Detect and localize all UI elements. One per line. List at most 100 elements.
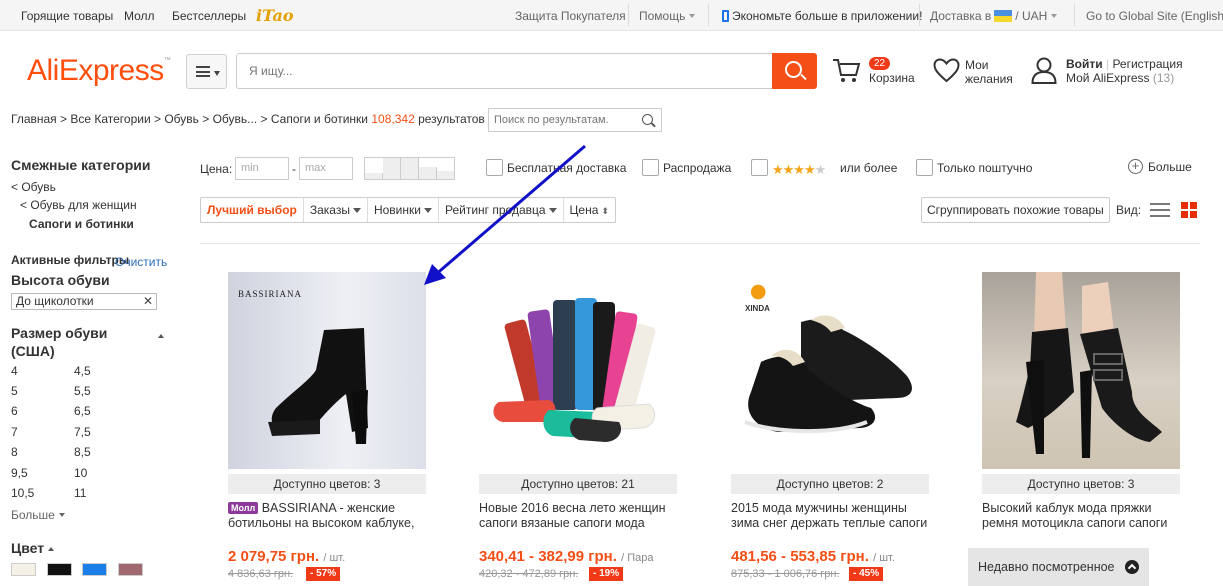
global-site-link[interactable]: Go to Global Site (English): [1086, 9, 1223, 23]
sizes-more-label: Больше: [11, 508, 55, 522]
product-image[interactable]: [479, 272, 677, 469]
color-swatch-black[interactable]: [47, 563, 72, 576]
product-title[interactable]: Высокий каблук мода пряжки ремня мотоцикл…: [982, 501, 1182, 531]
chevron-up-icon[interactable]: [158, 334, 164, 338]
brand-logo-mark: [745, 280, 767, 300]
chevron-up-icon[interactable]: [48, 547, 55, 551]
ukraine-flag-icon: [994, 10, 1013, 22]
search-input[interactable]: [236, 53, 773, 89]
size-option[interactable]: 10,5: [11, 486, 34, 500]
wishlist-line1: Мои: [965, 58, 989, 72]
product-image[interactable]: XINDA: [731, 272, 929, 469]
category-women-shoes-link[interactable]: < Обувь для женщин: [20, 198, 137, 212]
plus-icon[interactable]: +: [1128, 159, 1143, 174]
cart-icon[interactable]: [832, 58, 862, 84]
search-button[interactable]: [772, 53, 817, 89]
price-max-input[interactable]: max: [299, 157, 353, 180]
color-swatch-beige[interactable]: [11, 563, 36, 576]
price-dash: -: [292, 162, 296, 176]
bestsellers-link[interactable]: Бестселлеры: [172, 9, 246, 23]
sort-orders[interactable]: Заказы: [304, 198, 368, 222]
sale-label: Распродажа: [663, 161, 732, 175]
heeled-boots-image: [1016, 272, 1162, 458]
sort-price[interactable]: Цена ⬍: [564, 198, 615, 222]
color-swatch-blue[interactable]: [82, 563, 107, 576]
recently-viewed-panel[interactable]: Недавно посмотренное: [968, 548, 1149, 586]
breadcrumb-current: Сапоги и ботинки: [270, 112, 369, 126]
help-menu[interactable]: Помощь: [639, 9, 696, 23]
size-option[interactable]: 8,5: [74, 445, 91, 459]
price-value: 481,56 - 553,85 грн.: [731, 548, 869, 565]
search-within-input[interactable]: [488, 108, 662, 132]
grid-view-icon[interactable]: [1181, 202, 1197, 218]
product-title[interactable]: Молл BASSIRIANA - женские ботильоны на вы…: [228, 501, 428, 531]
product-title[interactable]: 2015 мода мужчины женщины зима снег держа…: [731, 501, 931, 531]
size-option[interactable]: 7: [11, 425, 18, 439]
hot-deals-link[interactable]: Горящие товары: [21, 9, 113, 23]
signin-link[interactable]: Войти: [1066, 57, 1103, 71]
breadcrumb: Главная > Все Категории > Обувь > Обувь.…: [11, 112, 495, 126]
category-shoes-link[interactable]: < Обувь: [11, 180, 56, 194]
cart-link[interactable]: Корзина: [869, 71, 915, 85]
clear-filters-link[interactable]: Очистить: [115, 255, 167, 269]
user-icon[interactable]: [1031, 57, 1057, 84]
size-option[interactable]: 11: [74, 486, 86, 500]
histogram-bar: [365, 173, 383, 179]
price-label: Цена:: [200, 162, 233, 176]
register-link[interactable]: Регистрация: [1112, 57, 1182, 71]
ship-to-menu[interactable]: Доставка в / UAH: [930, 9, 1058, 23]
close-icon[interactable]: ✕: [143, 294, 153, 309]
size-option[interactable]: 6: [11, 404, 18, 418]
product-price: 2 079,75 грн. / шт.: [228, 548, 345, 565]
product-image[interactable]: [982, 272, 1180, 469]
app-link[interactable]: Экономьте больше в приложении!: [722, 9, 922, 23]
size-option[interactable]: 8: [11, 445, 18, 459]
sale-checkbox[interactable]: [642, 159, 659, 176]
wishlist-link[interactable]: Мои желания: [965, 58, 1013, 86]
histogram-bar: [401, 158, 419, 179]
price-min-input[interactable]: min: [235, 157, 289, 180]
size-option[interactable]: 4: [11, 364, 18, 378]
product-title-line1: BASSIRIANA - женские: [261, 501, 396, 515]
color-swatch-brown[interactable]: [118, 563, 143, 576]
single-item-checkbox[interactable]: [916, 159, 933, 176]
size-option[interactable]: 4,5: [74, 364, 91, 378]
app-label: Экономьте больше в приложении!: [732, 9, 923, 23]
price-unit: / Пара: [621, 552, 654, 564]
heart-icon[interactable]: [933, 58, 960, 83]
shoe-size-subtitle: (США): [11, 343, 55, 359]
product-title[interactable]: Новые 2016 весна лето женщин сапоги вязан…: [479, 501, 679, 531]
product-image[interactable]: BASSIRIANA: [228, 272, 426, 469]
size-option[interactable]: 6,5: [74, 404, 91, 418]
list-line: [1150, 215, 1170, 217]
search-icon[interactable]: [642, 114, 653, 125]
price-histogram[interactable]: [364, 157, 455, 180]
size-option[interactable]: 9,5: [11, 466, 28, 480]
group-similar-button[interactable]: Сгруппировать похожие товары: [921, 197, 1110, 223]
size-option[interactable]: 10: [74, 466, 87, 480]
buyer-protection-link[interactable]: Защита Покупателя: [515, 9, 626, 23]
my-aliexpress-link[interactable]: Мой AliExpress: [1066, 71, 1150, 85]
product-title-line2: ремня мотоцикла сапоги сапоги: [982, 516, 1168, 530]
available-colors: Доступно цветов: 3: [982, 474, 1180, 494]
more-filters-link[interactable]: Больше: [1148, 160, 1192, 174]
sort-best-match[interactable]: Лучший выбор: [201, 198, 304, 222]
aliexpress-logo[interactable]: AliExpress™: [27, 54, 171, 88]
rating-checkbox[interactable]: [751, 159, 768, 176]
size-option[interactable]: 5,5: [74, 384, 91, 398]
categories-menu-button[interactable]: [186, 54, 227, 89]
sort-seller-rating[interactable]: Рейтинг продавца: [439, 198, 564, 222]
chevron-up-icon[interactable]: [1125, 560, 1139, 574]
mall-link[interactable]: Молл: [124, 9, 155, 23]
trademark-mark: ™: [163, 57, 171, 64]
sizes-more-link[interactable]: Больше: [11, 508, 65, 522]
ship-to-label: Доставка в: [930, 9, 992, 23]
size-option[interactable]: 7,5: [74, 425, 91, 439]
itao-logo[interactable]: iTao: [256, 6, 294, 25]
list-view-icon[interactable]: [1150, 203, 1170, 217]
price-value: 2 079,75 грн.: [228, 548, 320, 565]
size-option[interactable]: 5: [11, 384, 18, 398]
breadcrumb-path[interactable]: Главная > Все Категории > Обувь > Обувь.…: [11, 112, 271, 126]
free-shipping-checkbox[interactable]: [486, 159, 503, 176]
sort-newest[interactable]: Новинки: [368, 198, 439, 222]
